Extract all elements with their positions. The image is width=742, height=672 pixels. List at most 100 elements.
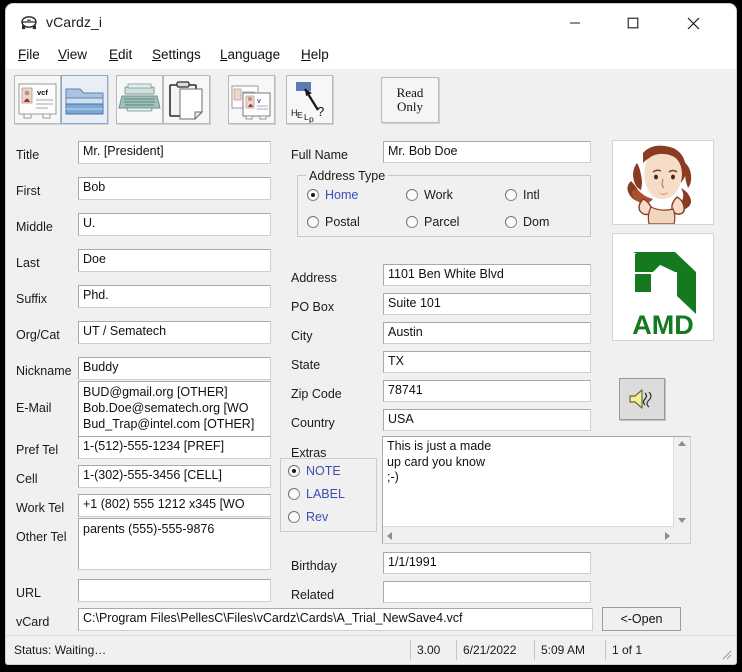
label-zip-code: Zip Code	[291, 387, 342, 401]
label-po-box: PO Box	[291, 300, 335, 314]
radio-rev[interactable]: Rev	[288, 510, 328, 524]
radio-intl-label: Intl	[523, 188, 540, 202]
label-suffix: Suffix	[16, 292, 48, 306]
status-record-count: 1 of 1	[605, 640, 732, 660]
label-full-name: Full Name	[291, 148, 348, 162]
menu-help[interactable]: Help	[301, 47, 329, 62]
menu-view[interactable]: View	[58, 47, 87, 62]
close-button[interactable]	[670, 4, 716, 42]
play-sound-button[interactable]	[619, 378, 665, 420]
toolbar: vcf v H E L p ? Read Only	[6, 69, 736, 133]
duplicate-card-button[interactable]: v	[228, 75, 275, 124]
input-first[interactable]: Bob	[78, 177, 271, 200]
svg-text:?: ?	[317, 104, 324, 119]
clipboard-button[interactable]	[163, 75, 210, 124]
label-related: Related	[291, 588, 335, 602]
status-time: 5:09 AM	[534, 640, 612, 660]
radio-intl[interactable]: Intl	[505, 188, 540, 202]
input-city[interactable]: Austin	[383, 322, 591, 344]
memo-vertical-scrollbar[interactable]	[673, 437, 690, 527]
company-logo[interactable]: AMD	[612, 233, 714, 341]
radio-home-label: Home	[325, 188, 359, 202]
input-related[interactable]	[383, 581, 591, 603]
scroll-down-arrow-icon[interactable]	[678, 518, 686, 523]
menu-edit[interactable]: Edit	[109, 47, 132, 62]
scroll-left-arrow-icon[interactable]	[387, 532, 392, 540]
extras-memo[interactable]: This is just a made up card you know ;-)	[382, 436, 691, 544]
title-bar: vCardz_i	[6, 4, 736, 42]
radio-note[interactable]: NOTE	[288, 464, 341, 478]
radio-dom-label: Dom	[523, 215, 550, 229]
label-work-tel: Work Tel	[16, 501, 65, 515]
woman-on-telephone-photo	[613, 141, 713, 224]
input-url[interactable]	[78, 579, 271, 602]
radio-note-label: NOTE	[306, 464, 341, 478]
input-state[interactable]: TX	[383, 351, 591, 373]
amd-logo-text: AMD	[632, 310, 694, 340]
radio-postal[interactable]: Postal	[307, 215, 360, 229]
status-bar: Status: Waiting… 3.00 6/21/2022 5:09 AM …	[6, 635, 736, 664]
resize-grip-icon[interactable]	[719, 647, 733, 661]
maximize-button[interactable]	[610, 4, 656, 42]
radio-dom-indicator	[505, 216, 517, 228]
input-email[interactable]: BUD@gmail.org [OTHER] Bob.Doe@sematech.o…	[78, 381, 271, 441]
new-vcf-card-button[interactable]: vcf	[14, 75, 61, 124]
radio-parcel[interactable]: Parcel	[406, 215, 459, 229]
svg-text:E: E	[297, 110, 303, 120]
input-country[interactable]: USA	[383, 409, 591, 431]
input-birthday[interactable]: 1/1/1991	[383, 552, 591, 574]
radio-home-indicator	[307, 189, 319, 201]
contact-photo[interactable]	[612, 140, 714, 225]
input-middle[interactable]: U.	[78, 213, 271, 236]
memo-horizontal-scrollbar[interactable]	[383, 526, 674, 543]
input-address[interactable]: 1101 Ben White Blvd	[383, 264, 591, 286]
extras-memo-text: This is just a made up card you know ;-)	[387, 439, 492, 484]
input-zip-code[interactable]: 78741	[383, 380, 591, 402]
radio-label-indicator	[288, 488, 300, 500]
input-work-tel[interactable]: +1 (802) 555 1212 x345 [WO	[78, 494, 271, 517]
menu-file[interactable]: File	[18, 47, 40, 62]
scroll-right-arrow-icon[interactable]	[665, 532, 670, 540]
label-first: First	[16, 184, 41, 198]
radio-rev-label: Rev	[306, 510, 329, 524]
radio-postal-indicator	[307, 216, 319, 228]
label-city: City	[291, 329, 313, 343]
radio-dom[interactable]: Dom	[505, 215, 549, 229]
scroll-up-arrow-icon[interactable]	[678, 441, 686, 446]
input-full-name[interactable]: Mr. Bob Doe	[383, 141, 591, 163]
label-title: Title	[16, 148, 40, 162]
label-address: Address	[291, 271, 337, 285]
menu-settings[interactable]: Settings	[152, 47, 201, 62]
speaker-icon	[629, 389, 652, 409]
label-last: Last	[16, 256, 40, 270]
read-only-line1: Read	[396, 84, 424, 100]
input-last[interactable]: Doe	[78, 249, 271, 272]
status-date: 6/21/2022	[456, 640, 541, 660]
read-only-line2: Only	[397, 99, 423, 114]
radio-home[interactable]: Home	[307, 188, 358, 202]
open-button[interactable]: <-Open	[602, 607, 681, 631]
open-folder-button[interactable]	[61, 75, 108, 124]
minimize-icon	[570, 22, 580, 24]
minimize-button[interactable]	[552, 4, 598, 42]
label-url: URL	[16, 586, 42, 600]
input-po-box[interactable]: Suite 101	[383, 293, 591, 315]
input-other-tel[interactable]: parents (555)-555-9876	[78, 518, 271, 570]
read-only-button[interactable]: Read Only	[381, 77, 439, 123]
input-nickname[interactable]: Buddy	[78, 357, 271, 380]
input-pref-tel[interactable]: 1-(512)-555-1234 [PREF]	[78, 436, 271, 459]
typewriter-button[interactable]	[116, 75, 163, 124]
input-cell[interactable]: 1-(302)-555-3456 [CELL]	[78, 465, 271, 488]
label-birthday: Birthday	[291, 559, 337, 573]
input-vcard-path[interactable]: C:\Program Files\PellesC\Files\vCardz\Ca…	[78, 608, 593, 631]
radio-label[interactable]: LABEL	[288, 487, 345, 501]
radio-work-indicator	[406, 189, 418, 201]
label-org-cat: Org/Cat	[16, 328, 60, 342]
help-button[interactable]: H E L p ?	[286, 75, 333, 124]
folder-open-icon	[65, 88, 104, 115]
radio-work[interactable]: Work	[406, 188, 453, 202]
input-title[interactable]: Mr. [President]	[78, 141, 271, 164]
menu-language[interactable]: Language	[220, 47, 280, 62]
input-suffix[interactable]: Phd.	[78, 285, 271, 308]
input-org-cat[interactable]: UT / Sematech	[78, 321, 271, 344]
